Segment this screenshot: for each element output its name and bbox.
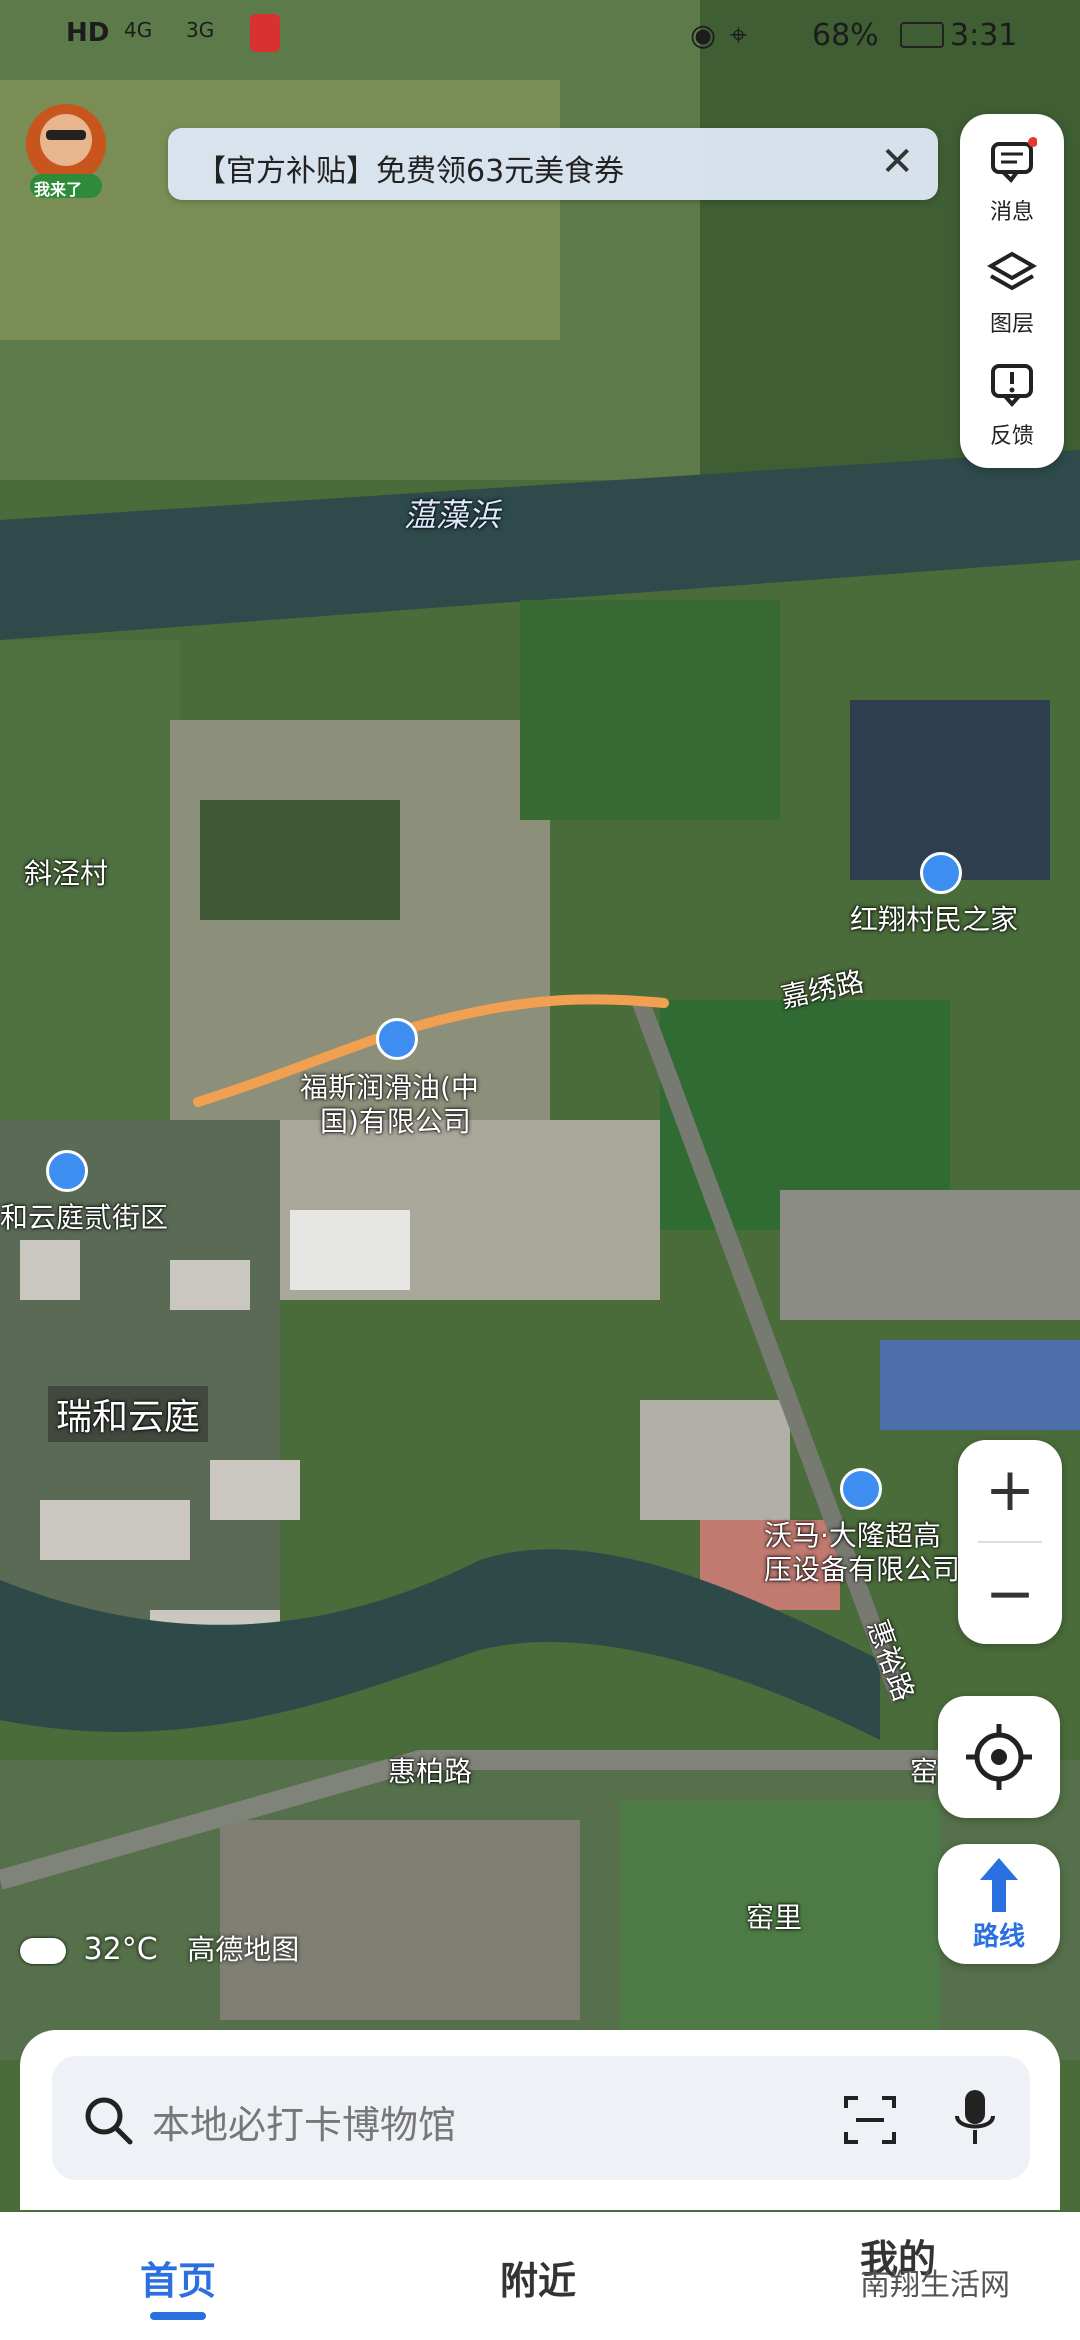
close-icon[interactable]: ✕ — [880, 140, 914, 184]
map-tools-panel: 消息 图层 反馈 — [960, 114, 1064, 468]
poi-community-center-label[interactable]: 红翔村民之家 — [850, 898, 1018, 938]
signal-3g: 3G — [186, 18, 215, 42]
mic-record-icon — [250, 14, 280, 52]
village-label: 斜泾村 — [24, 857, 109, 890]
scan-icon[interactable] — [842, 2092, 898, 2148]
search-placeholder: 本地必打卡博物馆 — [152, 2103, 457, 2147]
poi-company-label-line2[interactable]: 国)有限公司 — [320, 1100, 471, 1140]
search-icon — [85, 2097, 133, 2145]
search-input[interactable]: 本地必打卡博物馆 — [52, 2056, 1030, 2180]
zoom-in-button[interactable]: + — [958, 1440, 1062, 1540]
poi-residential-label[interactable]: 和云庭贰街区 — [0, 1196, 168, 1236]
message-icon — [991, 137, 1037, 184]
battery-level: 68% — [812, 18, 879, 53]
feedback-icon — [991, 364, 1033, 408]
poi-walmart-label-line2[interactable]: 压设备有限公司 — [764, 1548, 960, 1588]
avatar[interactable]: 我来了 — [20, 100, 112, 200]
weather-widget: 32°C 高德地图 — [20, 1928, 299, 1968]
layers-button[interactable]: 图层 — [960, 234, 1064, 344]
tab-nearby[interactable]: 附近 — [500, 2250, 576, 2305]
area-yaoli-label: 窑里 — [746, 1901, 803, 1934]
battery-icon — [900, 22, 944, 48]
avatar-badge: 我来了 — [34, 180, 83, 199]
tab-home[interactable]: 首页 — [140, 2250, 216, 2305]
poi-walmart-marker[interactable] — [840, 1468, 882, 1510]
feedback-label: 反馈 — [989, 424, 1034, 449]
layers-icon — [987, 251, 1037, 291]
zoom-controls: + − — [958, 1440, 1062, 1644]
map-brand: 高德地图 — [187, 1933, 300, 1966]
messages-button[interactable]: 消息 — [960, 122, 1064, 232]
promo-banner-text: 【官方补贴】免费领63元美食券 — [196, 154, 625, 189]
area-ruihe-label: 瑞和云庭 — [48, 1386, 209, 1442]
eye-icon: ◉ — [690, 18, 717, 53]
route-label: 路线 — [972, 1922, 1025, 1952]
cloud-icon — [20, 1937, 66, 1964]
feedback-button[interactable]: 反馈 — [960, 346, 1064, 456]
area-yao-label: 窑 — [910, 1755, 939, 1788]
signal-4g: 4G — [124, 18, 153, 42]
locate-icon — [966, 1724, 1032, 1790]
messages-label: 消息 — [989, 200, 1034, 225]
status-bar: HD 4G 3G ◉ ⌖ 68% 3:31 — [0, 0, 1080, 70]
poi-residential-marker[interactable] — [46, 1150, 88, 1192]
tab-active-indicator — [150, 2312, 206, 2320]
layers-label: 图层 — [989, 312, 1034, 337]
zoom-divider — [978, 1541, 1042, 1543]
route-button[interactable]: 路线 — [938, 1844, 1060, 1964]
locate-button[interactable] — [938, 1696, 1060, 1818]
hd-indicator: HD — [66, 18, 110, 48]
route-arrow-icon — [980, 1858, 1018, 1912]
river-label: 蕰藻浜 — [404, 496, 501, 534]
road-huibai-label: 惠柏路 — [388, 1755, 473, 1788]
clock: 3:31 — [950, 18, 1018, 53]
zoom-out-button[interactable]: − — [958, 1544, 1062, 1644]
location-icon: ⌖ — [730, 18, 747, 53]
promo-banner[interactable]: 【官方补贴】免费领63元美食券 ✕ — [168, 128, 938, 200]
poi-community-center-marker[interactable] — [920, 852, 962, 894]
poi-company-marker[interactable] — [376, 1018, 418, 1060]
voice-icon[interactable] — [952, 2088, 998, 2150]
satellite-map[interactable] — [0, 0, 1080, 2340]
temperature: 32°C — [83, 1932, 158, 1967]
watermark: 南翔生活网 — [860, 2268, 1010, 2303]
